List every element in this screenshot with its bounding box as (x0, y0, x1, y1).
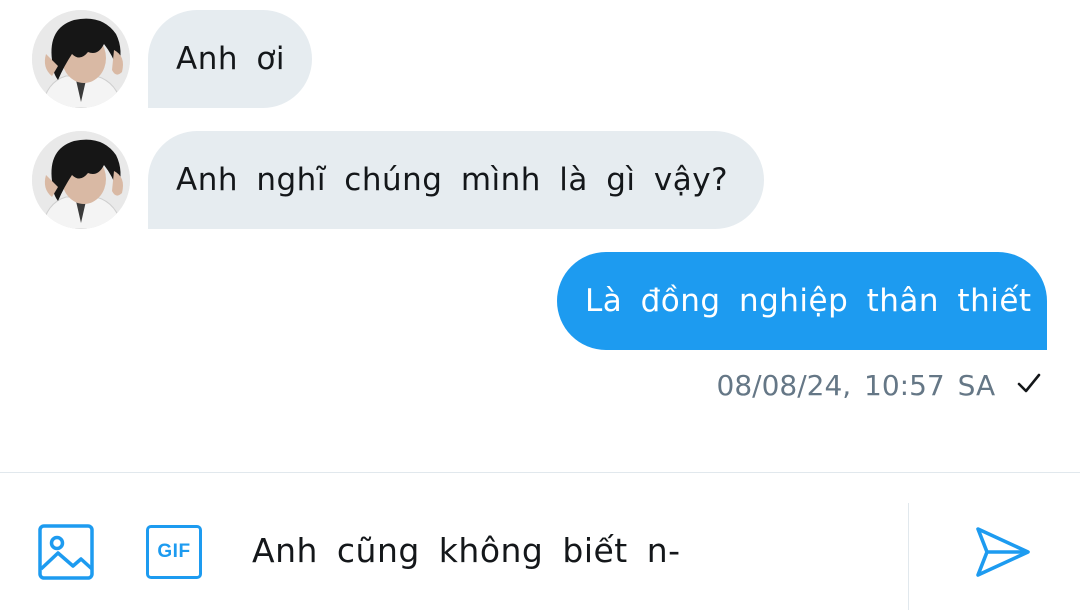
dm-conversation: Anh ơi Anh nghĩ chúng mình là gì vậy? Là… (0, 0, 1080, 610)
sender-avatar[interactable] (32, 131, 130, 229)
composer-divider (908, 503, 909, 610)
avatar-photo (32, 131, 130, 229)
incoming-message-bubble[interactable]: Anh nghĩ chúng mình là gì vậy? (148, 131, 764, 229)
message-input[interactable]: Anh cũng không biết n- (252, 521, 892, 581)
add-image-button[interactable] (37, 523, 95, 581)
message-meta: 08/08/24, 10:57 SA (717, 360, 1043, 413)
send-button[interactable] (972, 521, 1034, 583)
message-composer: GIF Anh cũng không biết n- (0, 472, 1080, 610)
sender-avatar[interactable] (32, 10, 130, 108)
incoming-message-bubble[interactable]: Anh ơi (148, 10, 312, 108)
outgoing-message-bubble[interactable]: Là đồng nghiệp thân thiết (557, 252, 1047, 350)
image-icon (38, 524, 94, 580)
message-thread: Anh ơi Anh nghĩ chúng mình là gì vậy? Là… (0, 0, 1080, 472)
check-icon (1016, 361, 1042, 413)
avatar-photo (32, 10, 130, 108)
add-gif-button[interactable]: GIF (146, 523, 204, 581)
send-icon (976, 527, 1030, 577)
gif-icon: GIF (146, 525, 202, 579)
message-timestamp: 08/08/24, 10:57 SA (716, 369, 996, 402)
